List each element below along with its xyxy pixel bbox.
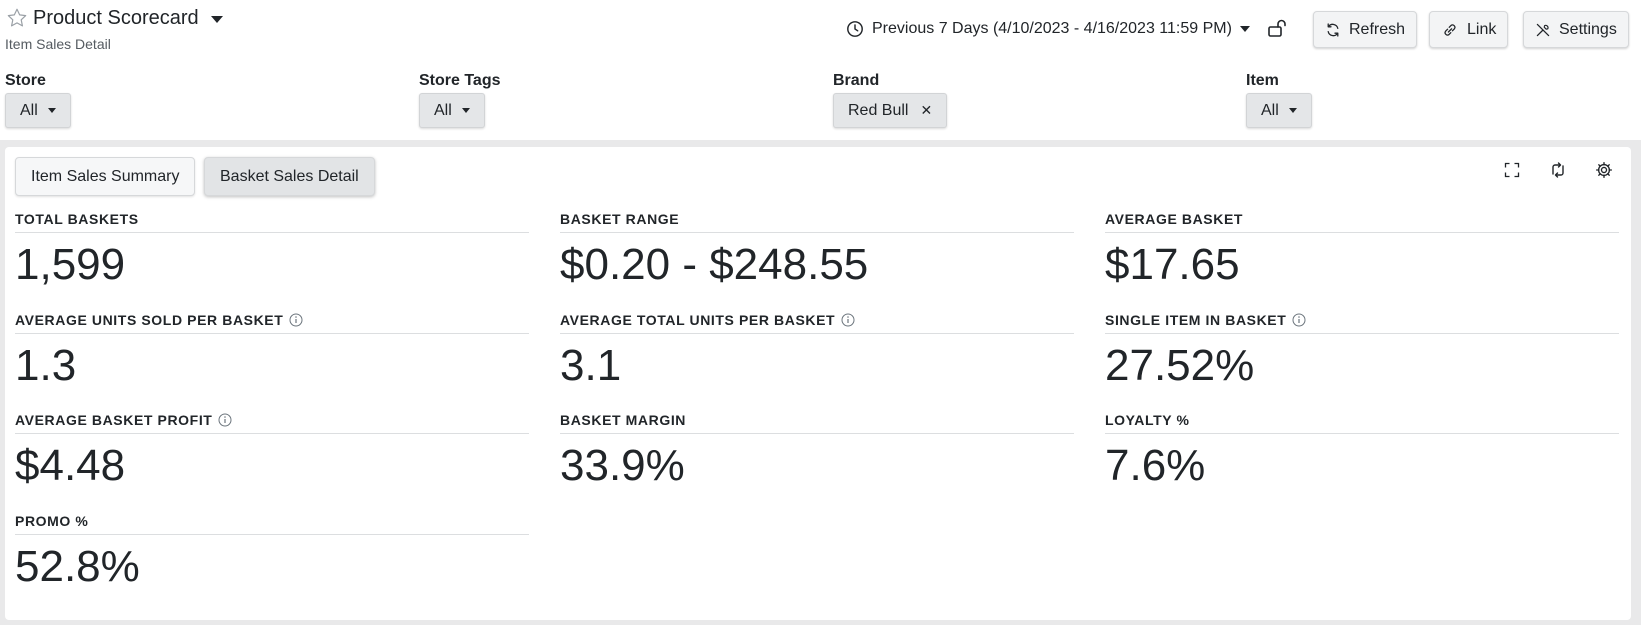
page-subtitle: Item Sales Detail xyxy=(5,36,111,52)
metric-single-item-in-basket: SINGLE ITEM IN BASKET 27.52% xyxy=(1105,311,1619,389)
filter-item-dropdown[interactable]: All xyxy=(1246,93,1312,128)
divider xyxy=(15,433,529,434)
divider xyxy=(560,433,1074,434)
link-icon xyxy=(1444,23,1456,36)
basket-detail-card: Item Sales Summary Basket Sales Detail T… xyxy=(5,147,1631,620)
metric-value: $17.65 xyxy=(1105,240,1240,289)
metric-value: $0.20 - $248.55 xyxy=(560,240,869,289)
chevron-down-icon xyxy=(1239,26,1250,32)
settings-button[interactable]: Settings xyxy=(1523,11,1629,48)
filter-label-store-tags: Store Tags xyxy=(419,72,501,89)
clock-icon xyxy=(846,20,864,38)
metric-value: 1,599 xyxy=(15,240,126,289)
metric-loyalty: LOYALTY % 7.6% xyxy=(1105,411,1619,489)
filter-label-item: Item xyxy=(1246,72,1279,89)
metric-average-basket-profit: AVERAGE BASKET PROFIT $4.48 xyxy=(15,411,529,489)
metric-label: SINGLE ITEM IN BASKET xyxy=(1105,312,1287,328)
metric-total-baskets: TOTAL BASKETS 1,599 xyxy=(15,210,529,288)
link-button[interactable]: Link xyxy=(1429,11,1509,48)
metric-label: AVERAGE BASKET xyxy=(1105,211,1244,227)
metric-value: 27.52% xyxy=(1105,341,1255,390)
filter-store-tags-dropdown[interactable]: All xyxy=(419,93,485,128)
page-title: Product Scorecard xyxy=(33,6,199,29)
metric-average-units-sold-per-basket: AVERAGE UNITS SOLD PER BASKET 1.3 xyxy=(15,311,529,389)
settings-label: Settings xyxy=(1559,20,1617,38)
divider xyxy=(1105,232,1619,233)
divider xyxy=(15,534,529,535)
metric-value: $4.48 xyxy=(15,441,126,490)
date-range-label: Previous 7 Days (4/10/2023 - 4/16/2023 1… xyxy=(872,20,1232,37)
sync-icon[interactable] xyxy=(1547,159,1569,181)
link-label: Link xyxy=(1467,20,1497,38)
caret-down-icon xyxy=(1288,108,1297,113)
metric-basket-range: BASKET RANGE $0.20 - $248.55 xyxy=(560,210,1074,288)
unlock-icon[interactable] xyxy=(1266,17,1288,39)
filter-label-brand: Brand xyxy=(833,72,880,89)
chevron-down-icon[interactable] xyxy=(210,15,223,23)
caret-down-icon xyxy=(47,108,56,113)
metric-label: BASKET RANGE xyxy=(560,211,680,227)
filter-item-value: All xyxy=(1261,101,1279,119)
metric-average-basket: AVERAGE BASKET $17.65 xyxy=(1105,210,1619,288)
gear-icon[interactable] xyxy=(1593,159,1615,181)
star-outline-icon[interactable] xyxy=(5,6,29,30)
info-icon[interactable] xyxy=(1292,313,1306,327)
filter-brand-chip[interactable]: Red Bull ✕ xyxy=(833,93,948,128)
metric-label: LOYALTY % xyxy=(1105,412,1190,428)
tools-icon xyxy=(1536,23,1550,36)
metric-label: TOTAL BASKETS xyxy=(15,211,139,227)
divider xyxy=(560,333,1074,334)
metric-promo: PROMO % 52.8% xyxy=(15,512,529,590)
tab-basket-sales-detail[interactable]: Basket Sales Detail xyxy=(204,157,375,196)
metric-value: 7.6% xyxy=(1105,441,1206,490)
metric-value: 33.9% xyxy=(560,441,685,490)
top-bar: Product Scorecard Item Sales Detail Prev… xyxy=(0,0,1641,140)
metric-label: AVERAGE TOTAL UNITS PER BASKET xyxy=(560,312,836,328)
tab-item-sales-summary[interactable]: Item Sales Summary xyxy=(15,157,196,196)
divider xyxy=(15,333,529,334)
metric-value: 1.3 xyxy=(15,341,77,390)
refresh-label: Refresh xyxy=(1349,20,1406,38)
caret-down-icon xyxy=(461,108,470,113)
filter-store-tags-value: All xyxy=(434,101,452,119)
metric-label: PROMO % xyxy=(15,513,89,529)
metric-label: BASKET MARGIN xyxy=(560,412,687,428)
info-icon[interactable] xyxy=(289,313,303,327)
expand-icon[interactable] xyxy=(1501,159,1523,181)
divider xyxy=(1105,333,1619,334)
metric-average-total-units-per-basket: AVERAGE TOTAL UNITS PER BASKET 3.1 xyxy=(560,311,1074,389)
divider xyxy=(15,232,529,233)
divider xyxy=(1105,433,1619,434)
metric-label: AVERAGE BASKET PROFIT xyxy=(15,412,213,428)
date-range-selector[interactable]: Previous 7 Days (4/10/2023 - 4/16/2023 1… xyxy=(846,18,1250,40)
filter-brand-value: Red Bull xyxy=(848,101,909,119)
refresh-icon xyxy=(1327,22,1339,37)
refresh-button[interactable]: Refresh xyxy=(1313,11,1418,48)
filter-label-store: Store xyxy=(5,72,46,89)
metric-value: 52.8% xyxy=(15,542,140,591)
divider xyxy=(560,232,1074,233)
info-icon[interactable] xyxy=(841,313,855,327)
filter-store-dropdown[interactable]: All xyxy=(5,93,71,128)
metric-value: 3.1 xyxy=(560,341,622,390)
metric-basket-margin: BASKET MARGIN 33.9% xyxy=(560,411,1074,489)
title-row: Product Scorecard xyxy=(5,6,223,30)
filter-store-value: All xyxy=(20,101,38,119)
info-icon[interactable] xyxy=(218,413,232,427)
close-icon[interactable]: ✕ xyxy=(920,102,932,119)
metric-label: AVERAGE UNITS SOLD PER BASKET xyxy=(15,312,284,328)
